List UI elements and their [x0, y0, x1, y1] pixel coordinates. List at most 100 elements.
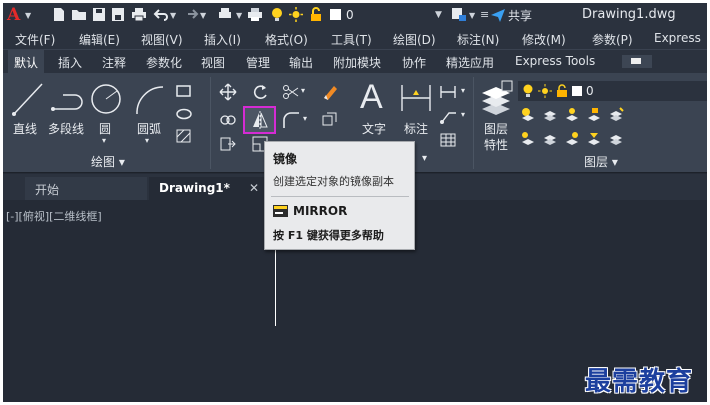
menu-view[interactable]: 视图(V)	[141, 31, 183, 48]
menu-dimension[interactable]: 标注(N)	[457, 31, 499, 48]
dimension-icon[interactable]	[399, 83, 433, 113]
line-icon[interactable]	[11, 81, 45, 117]
tab-manage[interactable]: 管理	[246, 54, 270, 71]
layer-properties-icon[interactable]	[478, 79, 514, 117]
table-icon[interactable]	[439, 131, 457, 149]
layer-properties-label-2[interactable]: 特性	[484, 136, 508, 153]
close-icon[interactable]: ✕	[249, 181, 259, 195]
sun-icon[interactable]	[269, 7, 285, 22]
menu-express[interactable]: Express	[654, 31, 701, 45]
application-menu-button[interactable]: A	[7, 5, 20, 25]
arc-icon[interactable]	[133, 81, 167, 117]
layer-tool-icon[interactable]	[564, 106, 580, 122]
layer-states-icon[interactable]	[451, 7, 467, 22]
chevron-down-icon[interactable]: ▾	[461, 86, 465, 95]
tab-output[interactable]: 输出	[289, 54, 313, 71]
chevron-down-icon[interactable]: ▾	[422, 153, 427, 164]
explode-icon[interactable]	[321, 111, 339, 129]
chevron-down-icon[interactable]: ▾	[461, 110, 465, 119]
tab-insert[interactable]: 插入	[58, 54, 82, 71]
tab-parametric[interactable]: 参数化	[146, 54, 182, 71]
menu-modify[interactable]: 修改(M)	[522, 31, 566, 48]
save-icon[interactable]	[91, 7, 107, 22]
stretch-icon[interactable]	[219, 135, 237, 153]
save-as-icon[interactable]	[110, 7, 126, 22]
draw-panel-title[interactable]: 绘图 ▾	[91, 153, 125, 170]
rotate-icon[interactable]	[251, 83, 269, 101]
menu-file[interactable]: 文件(F)	[15, 31, 55, 48]
menu-parametric[interactable]: 参数(P)	[592, 31, 633, 48]
layer-tool-icon[interactable]	[564, 130, 580, 146]
trim-icon[interactable]	[282, 83, 300, 101]
plot-icon[interactable]	[217, 7, 233, 22]
tab-start[interactable]: 开始	[25, 177, 147, 200]
layer-tool-icon[interactable]	[608, 130, 624, 146]
chevron-down-icon[interactable]: ▼	[236, 11, 242, 20]
tab-drawing1[interactable]: Drawing1* ✕	[149, 177, 269, 200]
chevron-down-icon[interactable]: ▼	[170, 11, 176, 20]
ribbon-minimize-button[interactable]	[622, 55, 652, 68]
chevron-down-icon[interactable]: ▼	[469, 11, 475, 20]
layer-dropdown[interactable]: 0	[346, 7, 446, 23]
arc-label[interactable]: 圆弧	[137, 120, 161, 137]
tab-collaborate[interactable]: 协作	[402, 54, 426, 71]
viewport-controls[interactable]: [-][俯视][二维线框]	[6, 208, 102, 224]
layer-tool-icon[interactable]	[586, 106, 602, 122]
erase-icon[interactable]	[321, 83, 339, 101]
layer-tool-icon[interactable]	[542, 106, 558, 122]
chevron-down-icon[interactable]: ▾	[102, 136, 106, 145]
ellipse-icon[interactable]	[176, 107, 192, 121]
tab-express-tools[interactable]: Express Tools	[515, 54, 595, 68]
linear-dim-icon[interactable]	[439, 83, 457, 101]
chevron-down-icon[interactable]: ▼	[200, 11, 206, 20]
menu-edit[interactable]: 编辑(E)	[79, 31, 120, 48]
polyline-icon[interactable]	[51, 83, 87, 117]
layer-control-dropdown[interactable]: 0	[518, 81, 707, 101]
customize-qat-icon[interactable]: ≡	[480, 8, 489, 21]
menu-insert[interactable]: 插入(I)	[204, 31, 241, 48]
layer-tool-icon[interactable]	[608, 106, 624, 122]
share-button[interactable]: 共享	[491, 7, 532, 24]
chevron-down-icon[interactable]: ▾	[301, 86, 305, 95]
open-icon[interactable]	[71, 7, 87, 22]
lightbulb-icon[interactable]	[288, 7, 304, 22]
circle-label[interactable]: 圆	[99, 120, 111, 137]
menu-tools[interactable]: 工具(T)	[331, 31, 372, 48]
menu-draw[interactable]: 绘图(D)	[393, 31, 436, 48]
hatch-icon[interactable]	[176, 129, 192, 143]
layer-properties-label[interactable]: 图层	[484, 120, 508, 137]
menu-format[interactable]: 格式(O)	[265, 31, 308, 48]
layer-tool-icon[interactable]	[542, 130, 558, 146]
chevron-down-icon[interactable]: ▼	[435, 10, 442, 20]
redo-icon[interactable]	[183, 7, 199, 22]
print-icon[interactable]	[131, 7, 147, 22]
layer-tool-icon[interactable]	[520, 130, 536, 146]
line-label[interactable]: 直线	[13, 120, 37, 137]
tab-view[interactable]: 视图	[201, 54, 225, 71]
layer-tool-icon[interactable]	[586, 130, 602, 146]
chevron-down-icon[interactable]: ▾	[145, 136, 149, 145]
circle-icon[interactable]	[89, 81, 123, 117]
chevron-down-icon[interactable]: ▼	[25, 11, 31, 20]
new-icon[interactable]	[51, 7, 67, 22]
tab-featured-apps[interactable]: 精选应用	[446, 54, 494, 71]
lock-icon[interactable]	[308, 7, 324, 22]
chevron-down-icon[interactable]: ▾	[303, 114, 307, 123]
layers-panel-title[interactable]: 图层 ▾	[584, 153, 618, 170]
rectangle-icon[interactable]	[176, 84, 192, 98]
leader-icon[interactable]	[439, 107, 457, 125]
text-label[interactable]: 文字	[362, 120, 386, 137]
copy-icon[interactable]	[219, 111, 237, 129]
printer-icon[interactable]	[247, 7, 263, 22]
fillet-icon[interactable]	[282, 111, 300, 129]
tab-annotate[interactable]: 注释	[102, 54, 126, 71]
tab-addins[interactable]: 附加模块	[333, 54, 381, 71]
dimension-label[interactable]: 标注	[404, 120, 428, 137]
text-icon[interactable]: A	[360, 79, 383, 115]
layer-tool-icon[interactable]	[520, 106, 536, 122]
move-icon[interactable]	[219, 83, 237, 101]
tab-home[interactable]: 默认	[8, 50, 45, 73]
undo-icon[interactable]	[153, 7, 169, 22]
mirror-button[interactable]	[243, 106, 276, 134]
polyline-label[interactable]: 多段线	[48, 120, 84, 137]
